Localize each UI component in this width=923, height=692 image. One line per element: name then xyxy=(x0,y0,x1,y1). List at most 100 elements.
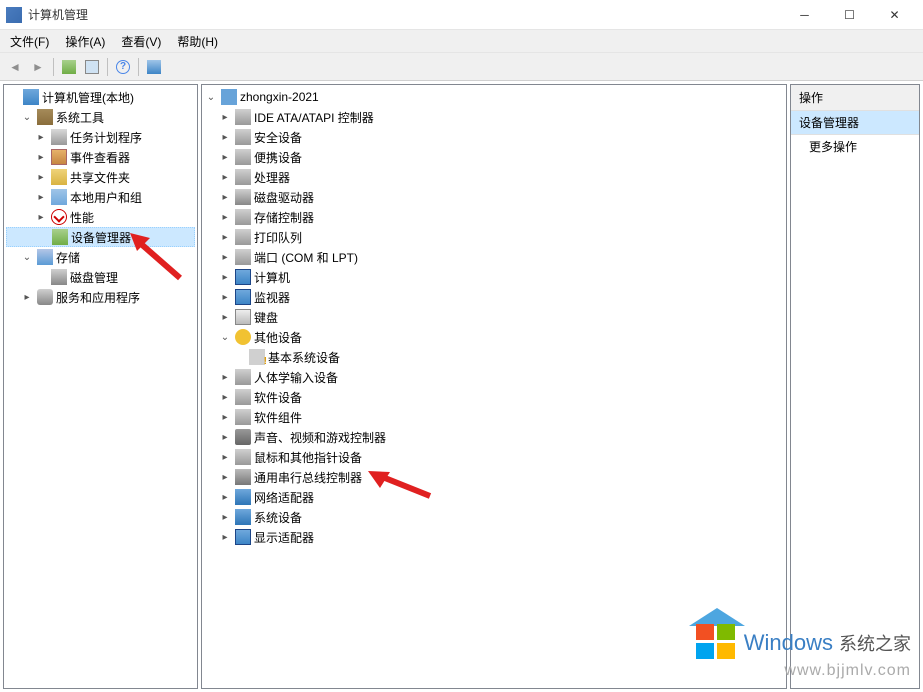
tree-disk-management[interactable]: ▸ 磁盘管理 xyxy=(6,267,195,287)
more-actions[interactable]: 更多操作 xyxy=(791,135,919,158)
toggle-expanded-icon[interactable]: ⌄ xyxy=(20,110,34,124)
device-security[interactable]: ▸安全设备 xyxy=(204,127,784,147)
sound-icon xyxy=(235,429,251,445)
clock-icon xyxy=(51,129,67,145)
unknown-device-icon xyxy=(249,349,265,365)
menu-file[interactable]: 文件(F) xyxy=(2,31,57,52)
mouse-icon xyxy=(235,449,251,465)
tool-devices-icon[interactable] xyxy=(143,56,165,78)
network-adapter-icon xyxy=(235,489,251,505)
device-usb[interactable]: ▸通用串行总线控制器 xyxy=(204,467,784,487)
processor-icon xyxy=(235,169,251,185)
actions-panel: 操作 设备管理器 更多操作 xyxy=(790,84,920,689)
device-computer[interactable]: ▸计算机 xyxy=(204,267,784,287)
device-manager-icon xyxy=(52,229,68,245)
device-software-components[interactable]: ▸软件组件 xyxy=(204,407,784,427)
toggle-collapsed-icon[interactable]: ▸ xyxy=(34,130,48,144)
tree-device-manager[interactable]: ▸ 设备管理器 xyxy=(6,227,195,247)
tree-event-viewer[interactable]: ▸ 事件查看器 xyxy=(6,147,195,167)
menu-help[interactable]: 帮助(H) xyxy=(169,31,226,52)
computer-icon xyxy=(23,89,39,105)
separator xyxy=(138,58,139,76)
toolbar: ◄ ► ? xyxy=(0,53,923,81)
event-log-icon xyxy=(51,149,67,165)
shared-folder-icon xyxy=(51,169,67,185)
maximize-button[interactable]: ☐ xyxy=(827,0,872,30)
device-sound[interactable]: ▸声音、视频和游戏控制器 xyxy=(204,427,784,447)
other-devices-icon xyxy=(235,329,251,345)
performance-icon xyxy=(51,209,67,225)
hid-icon xyxy=(235,369,251,385)
watermark-brand: Windows xyxy=(744,630,833,656)
tree-local-users[interactable]: ▸ 本地用户和组 xyxy=(6,187,195,207)
minimize-button[interactable]: ─ xyxy=(782,0,827,30)
services-icon xyxy=(37,289,53,305)
software-device-icon xyxy=(235,389,251,405)
device-tree-panel: ⌄ zhongxin-2021 ▸IDE ATA/ATAPI 控制器 ▸安全设备… xyxy=(201,84,787,689)
portable-device-icon xyxy=(235,149,251,165)
device-network[interactable]: ▸网络适配器 xyxy=(204,487,784,507)
toggle-expanded-icon[interactable]: ⌄ xyxy=(20,250,34,264)
device-ports[interactable]: ▸端口 (COM 和 LPT) xyxy=(204,247,784,267)
watermark-url: www.bjjmlv.com xyxy=(784,662,911,680)
watermark: Windows 系统之家 www.bjjmlv.com xyxy=(696,624,911,680)
tree-storage[interactable]: ⌄ 存储 xyxy=(6,247,195,267)
device-hid[interactable]: ▸人体学输入设备 xyxy=(204,367,784,387)
device-monitor[interactable]: ▸监视器 xyxy=(204,287,784,307)
tree-system-tools[interactable]: ⌄ 系统工具 xyxy=(6,107,195,127)
actions-header: 操作 xyxy=(791,85,919,111)
help-icon[interactable]: ? xyxy=(112,56,134,78)
separator xyxy=(53,58,54,76)
toggle-collapsed-icon[interactable]: ▸ xyxy=(34,190,48,204)
printer-icon xyxy=(235,229,251,245)
menu-view[interactable]: 查看(V) xyxy=(113,31,169,52)
tree-root-label: 计算机管理(本地) xyxy=(42,89,134,106)
tree-root[interactable]: ▸ 计算机管理(本地) xyxy=(6,87,195,107)
device-portable[interactable]: ▸便携设备 xyxy=(204,147,784,167)
tree-shared-folders[interactable]: ▸ 共享文件夹 xyxy=(6,167,195,187)
forward-button[interactable]: ► xyxy=(27,56,49,78)
device-tree: ⌄ zhongxin-2021 ▸IDE ATA/ATAPI 控制器 ▸安全设备… xyxy=(202,85,786,549)
watermark-logo-icon xyxy=(696,624,738,662)
device-other[interactable]: ⌄其他设备 xyxy=(204,327,784,347)
device-print-queue[interactable]: ▸打印队列 xyxy=(204,227,784,247)
window-title: 计算机管理 xyxy=(28,6,782,23)
device-root[interactable]: ⌄ zhongxin-2021 xyxy=(204,87,784,107)
scope-tree: ▸ 计算机管理(本地) ⌄ 系统工具 ▸ 任务计划程序 ▸ 事件查看器 ▸ 共享… xyxy=(4,85,197,309)
device-diskdrive[interactable]: ▸磁盘驱动器 xyxy=(204,187,784,207)
device-keyboard[interactable]: ▸键盘 xyxy=(204,307,784,327)
device-unknown[interactable]: ▸基本系统设备 xyxy=(204,347,784,367)
storage-controller-icon xyxy=(235,209,251,225)
tree-services[interactable]: ▸ 服务和应用程序 xyxy=(6,287,195,307)
tools-icon xyxy=(37,109,53,125)
tool-view-icon[interactable] xyxy=(81,56,103,78)
separator xyxy=(107,58,108,76)
device-ide[interactable]: ▸IDE ATA/ATAPI 控制器 xyxy=(204,107,784,127)
device-system[interactable]: ▸系统设备 xyxy=(204,507,784,527)
computer-icon xyxy=(221,89,237,105)
watermark-sub: 系统之家 xyxy=(839,630,911,656)
scope-tree-panel: ▸ 计算机管理(本地) ⌄ 系统工具 ▸ 任务计划程序 ▸ 事件查看器 ▸ 共享… xyxy=(3,84,198,689)
disk-icon xyxy=(51,269,67,285)
tree-task-scheduler[interactable]: ▸ 任务计划程序 xyxy=(6,127,195,147)
disk-drive-icon xyxy=(235,189,251,205)
software-component-icon xyxy=(235,409,251,425)
back-button[interactable]: ◄ xyxy=(4,56,26,78)
system-device-icon xyxy=(235,509,251,525)
device-software-devices[interactable]: ▸软件设备 xyxy=(204,387,784,407)
toggle-collapsed-icon[interactable]: ▸ xyxy=(34,210,48,224)
toggle-collapsed-icon[interactable]: ▸ xyxy=(34,150,48,164)
device-storage-ctrl[interactable]: ▸存储控制器 xyxy=(204,207,784,227)
device-mouse[interactable]: ▸鼠标和其他指针设备 xyxy=(204,447,784,467)
toggle-collapsed-icon[interactable]: ▸ xyxy=(20,290,34,304)
tool-scope-icon[interactable] xyxy=(58,56,80,78)
users-icon xyxy=(51,189,67,205)
device-display[interactable]: ▸显示适配器 xyxy=(204,527,784,547)
monitor-icon xyxy=(235,289,251,305)
toggle-collapsed-icon[interactable]: ▸ xyxy=(34,170,48,184)
port-icon xyxy=(235,249,251,265)
close-button[interactable]: ✕ xyxy=(872,0,917,30)
menu-action[interactable]: 操作(A) xyxy=(57,31,113,52)
device-cpu[interactable]: ▸处理器 xyxy=(204,167,784,187)
tree-performance[interactable]: ▸ 性能 xyxy=(6,207,195,227)
